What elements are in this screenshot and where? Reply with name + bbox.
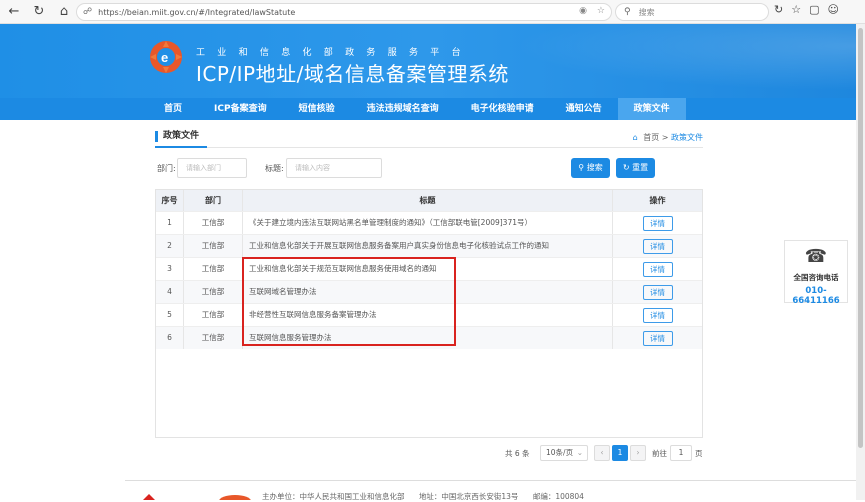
detail-button[interactable]: 详情: [642, 239, 673, 254]
reset-button[interactable]: ↻ 重置: [616, 158, 655, 178]
filter-bar: 部门: 请输入部门 标题: 请输入内容 ⚲ 搜索 ↻ 重置: [155, 158, 703, 178]
search-icon: ⚲: [578, 163, 585, 172]
row-no: 6: [167, 333, 172, 342]
detail-button[interactable]: 详情: [642, 262, 673, 277]
row-dept: 工信部: [183, 304, 242, 326]
footer-logo-icon: [143, 494, 251, 500]
page-scrollbar[interactable]: [856, 24, 865, 500]
detail-button[interactable]: 详情: [642, 331, 673, 346]
hotline-widget: ☎ 全国咨询电话 010-66411166: [784, 240, 848, 306]
browser-toolbar: ← ↻ ⌂ ☍ https://beian.miit.gov.cn/#/Inte…: [0, 0, 865, 24]
telephone-icon: ☎: [804, 246, 828, 267]
lock-icon: ☍: [83, 7, 93, 17]
search-button[interactable]: ⚲ 搜索: [571, 158, 610, 178]
miit-logo-icon: e: [150, 41, 182, 73]
page-size-select[interactable]: 10条/页 ⌄: [540, 445, 588, 461]
prev-page-button[interactable]: ‹: [594, 445, 610, 461]
row-no: 2: [167, 241, 172, 250]
site-title: ICP/IP地址/域名信息备案管理系统: [196, 62, 509, 86]
url-text: https://beian.miit.gov.cn/#/Integrated/l…: [98, 7, 296, 17]
hotline-label: 全国咨询电话: [793, 273, 839, 282]
detail-button[interactable]: 详情: [642, 308, 673, 323]
dept-label: 部门:: [157, 164, 176, 173]
chevron-down-icon: ⌄: [576, 448, 583, 457]
footer-info: 主办单位：中华人民共和国工业和信息化部 地址：中国北京西长安街13号 邮编：10…: [262, 491, 596, 502]
banner-subtitle: 工业和信息化部政务服务平台: [196, 48, 473, 58]
search-button-label: 搜索: [586, 163, 603, 172]
main-nav: 首页 ICP备案查询 短信核验 违法违规域名查询 电子化核验申请 通知公告 政策…: [0, 98, 856, 120]
annotation-highlight-box: [242, 257, 456, 346]
nav-item-home[interactable]: 首页: [148, 98, 198, 120]
row-dept: 工信部: [183, 258, 242, 280]
header-banner: e 工业和信息化部政务服务平台 ICP/IP地址/域名信息备案管理系统: [0, 24, 856, 98]
breadcrumb-current: 政策文件: [671, 133, 703, 142]
row-dept: 工信部: [183, 281, 242, 303]
title-label: 标题:: [265, 164, 284, 173]
breadcrumb-separator: >: [661, 133, 669, 142]
row-no: 4: [167, 287, 172, 296]
row-title: 《关于建立境内违法互联网站黑名单管理制度的通知》（工信部联电管[2009]371…: [242, 212, 612, 234]
browser-search-input[interactable]: ⚲ 搜索: [615, 3, 769, 21]
extensions-icon[interactable]: ↻: [774, 3, 783, 16]
goto-suffix: 页: [695, 449, 703, 458]
bookmark-star-icon[interactable]: ☆: [597, 6, 605, 16]
reset-button-label: 重置: [632, 163, 649, 172]
breadcrumb-home[interactable]: 首页: [643, 133, 659, 142]
row-dept: 工信部: [183, 212, 242, 234]
row-no: 1: [167, 218, 172, 227]
nav-item-sms-verify[interactable]: 短信核验: [283, 98, 351, 120]
table-row: 1 工信部 《关于建立境内违法互联网站黑名单管理制度的通知》（工信部联电管[20…: [156, 211, 702, 234]
svg-text:e: e: [161, 50, 168, 65]
goto-label: 前往: [652, 449, 667, 458]
nav-item-policy-docs[interactable]: 政策文件: [617, 98, 686, 120]
nav-item-illegal-domain-query[interactable]: 违法违规域名查询: [351, 98, 455, 120]
home-icon: ⌂: [632, 133, 638, 142]
row-dept: 工信部: [183, 235, 242, 257]
page-number-current[interactable]: 1: [612, 445, 628, 461]
total-count: 共 6 条: [505, 449, 530, 458]
nav-item-icp-query[interactable]: ICP备案查询: [198, 98, 283, 120]
home-icon[interactable]: ⌂: [53, 2, 75, 22]
section-header: 政策文件 ⌂ 首页 > 政策文件: [155, 128, 703, 148]
favorites-icon[interactable]: ☆: [791, 3, 801, 16]
next-page-button[interactable]: ›: [630, 445, 646, 461]
header-no: 序号: [161, 196, 178, 205]
refresh-icon[interactable]: ↻: [28, 2, 50, 22]
page-size-value: 10条/页: [546, 448, 574, 457]
table-row: 2 工信部 工业和信息化部关于开展互联网信息服务备案用户真实身份信息电子化核验试…: [156, 234, 702, 257]
header-dept: 部门: [183, 190, 242, 211]
nav-item-notices[interactable]: 通知公告: [550, 98, 618, 120]
dept-input[interactable]: 请输入部门: [177, 158, 247, 178]
row-no: 3: [167, 264, 172, 273]
reset-icon: ↻: [622, 163, 630, 172]
header-op: 操作: [612, 190, 702, 211]
address-bar[interactable]: ☍ https://beian.miit.gov.cn/#/Integrated…: [76, 3, 612, 21]
detail-button[interactable]: 详情: [642, 285, 673, 300]
row-no: 5: [167, 310, 172, 319]
nav-item-e-verify-apply[interactable]: 电子化核验申请: [455, 98, 550, 120]
search-icon: ⚲: [624, 7, 631, 17]
section-title: 政策文件: [155, 128, 208, 148]
goto-page-input[interactable]: 1: [670, 445, 692, 461]
hotline-number: 010-66411166: [792, 286, 840, 306]
footer-divider: [125, 480, 856, 481]
table-header: 序号 部门 标题 操作: [156, 190, 702, 211]
title-input[interactable]: 请输入内容: [286, 158, 382, 178]
row-title: 工业和信息化部关于开展互联网信息服务备案用户真实身份信息电子化核验试点工作的通知: [242, 235, 612, 257]
collections-icon[interactable]: ▢: [809, 3, 819, 16]
header-title: 标题: [242, 190, 612, 211]
back-icon[interactable]: ←: [3, 2, 25, 22]
profile-icon[interactable]: ☺: [828, 3, 839, 16]
breadcrumb: ⌂ 首页 > 政策文件: [633, 132, 703, 143]
row-dept: 工信部: [183, 327, 242, 349]
translate-icon[interactable]: ◉: [579, 6, 587, 16]
scrollbar-thumb[interactable]: [858, 28, 863, 448]
search-placeholder: 搜索: [638, 7, 655, 17]
banner-decoration: [456, 24, 856, 98]
detail-button[interactable]: 详情: [642, 216, 673, 231]
